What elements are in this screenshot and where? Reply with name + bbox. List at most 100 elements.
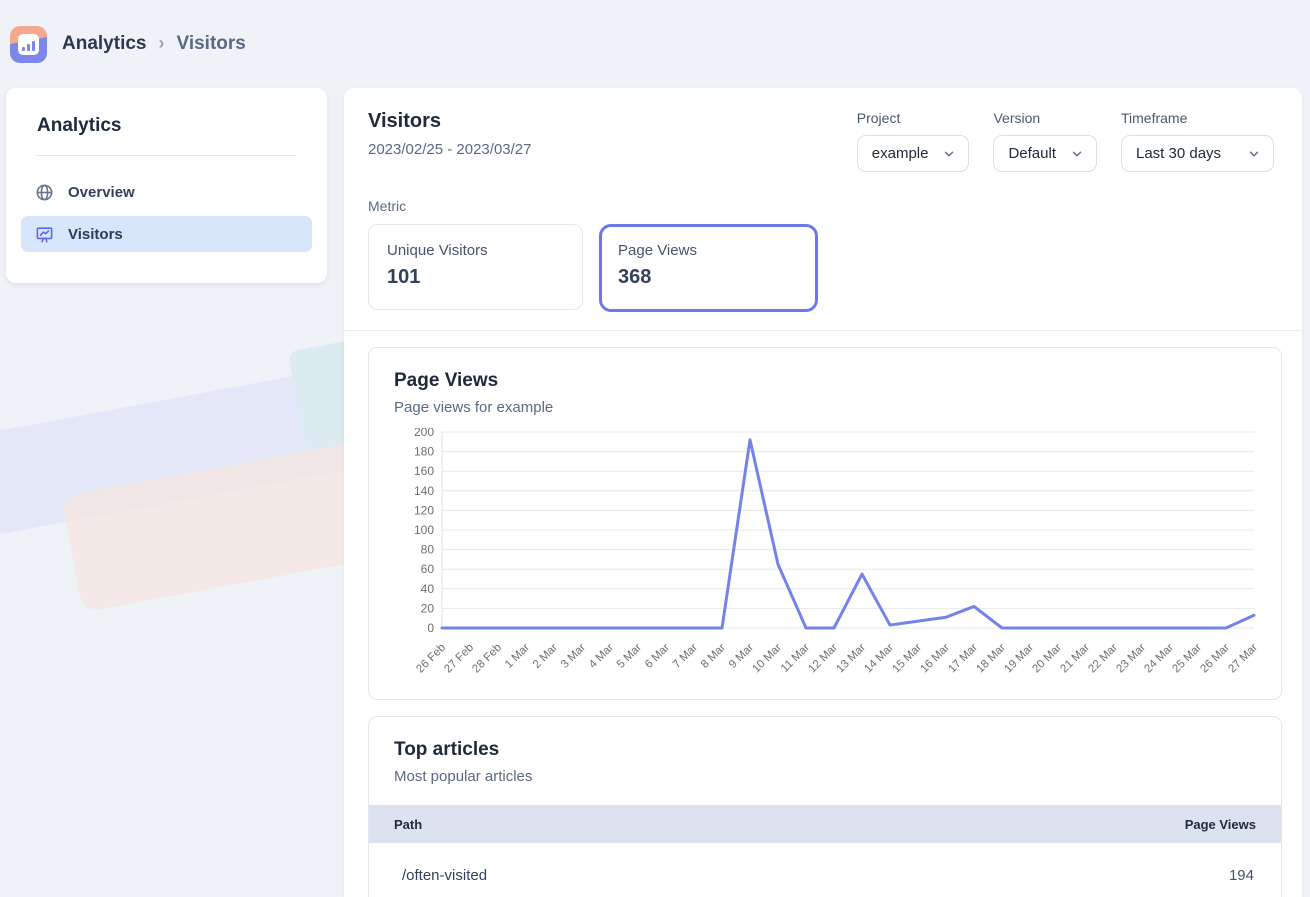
breadcrumb-current[interactable]: Visitors: [176, 33, 245, 55]
x-axis-tick-label: 27 Feb: [442, 642, 476, 676]
page-views-chart-card: Page Views Page views for example 0 20 40 6…: [368, 347, 1282, 700]
x-axis-tick-label: 15 Mar: [890, 642, 924, 676]
x-axis-tick-label: 4 Mar: [587, 642, 616, 671]
x-axis-tick-label: 26 Feb: [414, 642, 448, 676]
breadcrumb-app[interactable]: Analytics: [62, 33, 146, 55]
top-articles-title: Top articles: [394, 739, 1256, 761]
bar-chart-icon: [18, 34, 39, 55]
sidebar-divider: [37, 155, 296, 156]
x-axis-tick-label: 10 Mar: [750, 642, 784, 676]
filter-label: Timeframe: [1121, 110, 1274, 126]
top-articles-card: Top articles Most popular articles Path …: [368, 716, 1282, 897]
project-select[interactable]: example: [857, 135, 970, 172]
x-axis-tick-label: 5 Mar: [615, 642, 644, 671]
x-axis-tick-label: 22 Mar: [1086, 642, 1120, 676]
x-axis-tick-label: 11 Mar: [779, 642, 812, 675]
x-axis-tick-label: 2 Mar: [531, 642, 560, 671]
table-header-row: Path Page Views: [369, 805, 1281, 843]
section-divider: [344, 330, 1302, 331]
metric-label: Unique Visitors: [387, 242, 564, 259]
page-views-series-line: [442, 440, 1254, 628]
title-block: Visitors 2023/02/25 - 2023/03/27: [368, 110, 531, 172]
x-axis-tick-label: 20 Mar: [1030, 642, 1064, 676]
y-axis-tick-label: 140: [414, 484, 434, 498]
x-axis-tick-label: 17 Mar: [946, 642, 980, 676]
timeframe-select[interactable]: Last 30 days: [1121, 135, 1274, 172]
y-axis-tick-label: 100: [414, 523, 434, 537]
metric-card-unique-visitors[interactable]: Unique Visitors 101: [368, 224, 583, 310]
sidebar-item-overview[interactable]: Overview: [21, 174, 312, 210]
main-panel: Visitors 2023/02/25 - 2023/03/27 Project…: [344, 88, 1302, 897]
presentation-chart-icon: [35, 225, 54, 244]
sidebar-item-visitors[interactable]: Visitors: [21, 216, 312, 252]
y-axis-tick-label: 20: [421, 601, 435, 615]
version-select[interactable]: Default: [993, 135, 1097, 172]
page-title: Visitors: [368, 110, 531, 133]
chart-subtitle: Page views for example: [394, 399, 1256, 416]
chevron-down-icon: [1247, 147, 1261, 161]
select-value: Default: [1008, 145, 1056, 162]
chevron-right-icon: ›: [158, 33, 164, 54]
filters: Project example Version Default: [857, 110, 1278, 172]
x-axis-tick-label: 24 Mar: [1142, 642, 1176, 676]
app-logo[interactable]: [10, 26, 47, 63]
article-page-views: 194: [862, 843, 1281, 897]
x-axis-tick-label: 28 Feb: [470, 642, 504, 676]
sidebar-item-label: Visitors: [68, 226, 123, 243]
article-path: /often-visited: [369, 843, 862, 897]
top-articles-table: Path Page Views /often-visited 194: [369, 805, 1281, 897]
x-axis-tick-label: 8 Mar: [699, 642, 728, 671]
x-axis-tick-label: 3 Mar: [559, 642, 588, 671]
metric-section-label: Metric: [344, 172, 1302, 224]
x-axis-tick-label: 27 Mar: [1226, 642, 1258, 676]
top-articles-header: Top articles Most popular articles: [369, 739, 1281, 785]
metric-card-page-views[interactable]: Page Views 368: [599, 224, 818, 312]
x-axis-tick-label: 6 Mar: [643, 642, 672, 671]
chart-title: Page Views: [394, 370, 1256, 392]
column-header-page-views: Page Views: [862, 805, 1281, 843]
y-axis-tick-label: 60: [421, 562, 435, 576]
column-header-path: Path: [369, 805, 862, 843]
x-axis-tick-label: 23 Mar: [1114, 642, 1148, 676]
metric-value: 101: [387, 266, 564, 289]
x-axis-tick-label: 1 Mar: [503, 642, 532, 671]
x-axis-tick-label: 26 Mar: [1198, 642, 1232, 676]
breadcrumb: Analytics › Visitors: [62, 33, 246, 55]
metric-label: Page Views: [618, 242, 799, 259]
page-views-line-chart: 02040608010012014016018020026 Feb27 Feb2…: [394, 428, 1256, 681]
sidebar-item-label: Overview: [68, 184, 135, 201]
filter-label: Version: [993, 110, 1097, 126]
y-axis-tick-label: 0: [427, 621, 434, 635]
x-axis-tick-label: 13 Mar: [834, 642, 868, 676]
y-axis-tick-label: 160: [414, 464, 434, 478]
y-axis-tick-label: 40: [421, 582, 435, 596]
metric-cards: Unique Visitors 101 Page Views 368: [344, 224, 1302, 312]
filter-version: Version Default: [993, 110, 1097, 172]
date-range: 2023/02/25 - 2023/03/27: [368, 141, 531, 158]
y-axis-tick-label: 200: [414, 428, 434, 439]
y-axis-tick-label: 120: [414, 503, 434, 517]
x-axis-tick-label: 12 Mar: [806, 642, 840, 676]
sidebar: Analytics Overview Visitor: [6, 88, 327, 283]
x-axis-tick-label: 16 Mar: [918, 642, 952, 676]
chevron-down-icon: [942, 147, 956, 161]
x-axis-tick-label: 7 Mar: [671, 642, 700, 671]
sidebar-title: Analytics: [21, 88, 312, 155]
select-value: Last 30 days: [1136, 145, 1221, 162]
top-header: Analytics › Visitors: [0, 0, 1310, 88]
x-axis-tick-label: 25 Mar: [1170, 642, 1204, 676]
sidebar-nav: Overview Visitors: [21, 174, 312, 252]
top-articles-subtitle: Most popular articles: [394, 768, 1256, 785]
panel-header: Visitors 2023/02/25 - 2023/03/27 Project…: [344, 88, 1302, 172]
globe-icon: [35, 183, 54, 202]
select-value: example: [872, 145, 929, 162]
x-axis-tick-label: 18 Mar: [974, 642, 1008, 676]
filter-project: Project example: [857, 110, 970, 172]
table-row: /often-visited 194: [369, 843, 1281, 897]
chevron-down-icon: [1070, 147, 1084, 161]
metric-value: 368: [618, 266, 799, 289]
filter-label: Project: [857, 110, 970, 126]
x-axis-tick-label: 19 Mar: [1002, 642, 1036, 676]
x-axis-tick-label: 14 Mar: [862, 642, 896, 676]
y-axis-tick-label: 180: [414, 445, 434, 459]
